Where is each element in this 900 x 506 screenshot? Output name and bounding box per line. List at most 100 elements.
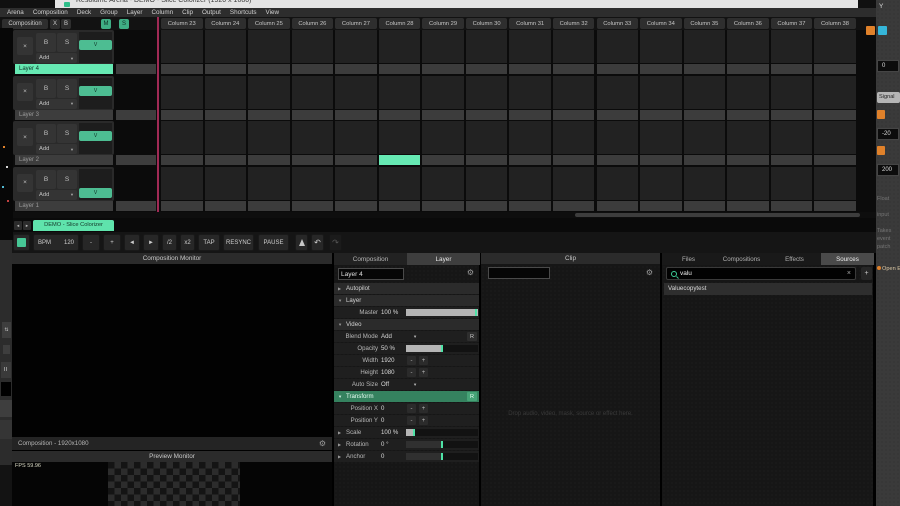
clip-strip[interactable] (248, 64, 290, 74)
clip-strip[interactable] (205, 201, 247, 211)
tab-layer[interactable]: Layer (407, 253, 480, 265)
clip-cell[interactable] (248, 30, 290, 63)
expand-arrow-icon[interactable] (338, 427, 341, 438)
clip-strip[interactable] (597, 64, 639, 74)
chevron-down-icon[interactable] (413, 379, 417, 390)
clip-cell[interactable] (771, 121, 813, 154)
clip-strip[interactable] (335, 155, 377, 165)
signal-chip[interactable]: Signal (877, 92, 900, 103)
clip-cell[interactable] (727, 76, 769, 109)
layer-solo-button[interactable]: S (57, 79, 77, 98)
clip-strip[interactable] (727, 155, 769, 165)
clip-cell[interactable] (292, 30, 334, 63)
clip-cell[interactable] (727, 167, 769, 200)
composition-master-button[interactable]: M (101, 19, 111, 29)
clip-cell[interactable] (553, 76, 595, 109)
clip-cell[interactable] (335, 30, 377, 63)
menu-arena[interactable]: Arena (7, 8, 24, 17)
clip-strip[interactable] (161, 155, 203, 165)
composition-button[interactable]: Composition (2, 19, 48, 29)
opacity-slider[interactable] (406, 345, 478, 352)
bpm-increase-button[interactable]: + (103, 234, 121, 251)
clip-cell[interactable] (379, 30, 421, 63)
clip-cell[interactable] (466, 121, 508, 154)
undo-button[interactable] (311, 234, 324, 251)
menu-output[interactable]: Output (202, 8, 221, 17)
collapse-arrow-icon[interactable] (338, 391, 342, 402)
clear-search-icon[interactable]: × (847, 268, 851, 279)
clip-cell[interactable] (161, 76, 203, 109)
clip-cell[interactable] (422, 167, 464, 200)
clip-cell[interactable] (684, 121, 726, 154)
clip-cell[interactable] (379, 121, 421, 154)
clip-strip[interactable] (248, 110, 290, 120)
layer-name-label[interactable]: Layer 1 (15, 201, 113, 211)
layer-blend-dropdown[interactable]: Add (36, 144, 77, 154)
clip-cell[interactable] (727, 121, 769, 154)
layer-bypass-button[interactable]: B (36, 124, 56, 143)
clip-strip[interactable] (248, 201, 290, 211)
clip-cell[interactable] (422, 121, 464, 154)
clip-cell[interactable] (727, 30, 769, 63)
reset-button[interactable]: R (467, 332, 477, 341)
clip-strip[interactable] (640, 201, 682, 211)
clip-strip[interactable] (684, 64, 726, 74)
column-header-column-33[interactable]: Column 33 (597, 18, 639, 29)
clip-cell[interactable] (248, 167, 290, 200)
clip-strip[interactable] (684, 110, 726, 120)
clip-strip[interactable] (161, 64, 203, 74)
menu-clip[interactable]: Clip (182, 8, 193, 17)
increment-button[interactable]: + (419, 368, 428, 377)
layer-solo-button[interactable]: S (57, 124, 77, 143)
active-clip[interactable] (379, 155, 421, 165)
bpm-decrease-button[interactable]: - (82, 234, 100, 251)
clip-cell[interactable] (466, 30, 508, 63)
layer-clear-button[interactable]: × (17, 83, 33, 101)
deck-previous-button[interactable] (14, 221, 22, 230)
master-value[interactable]: 100 % (381, 307, 398, 318)
tab-effects[interactable]: Effects (768, 253, 821, 265)
clip-strip[interactable] (814, 201, 856, 211)
increment-button[interactable]: + (419, 416, 428, 425)
menu-deck[interactable]: Deck (77, 8, 91, 17)
clip-cell[interactable] (509, 167, 551, 200)
clip-strip[interactable] (771, 64, 813, 74)
clip-strip[interactable] (335, 110, 377, 120)
clip-cell[interactable] (292, 121, 334, 154)
clip-strip[interactable] (509, 201, 551, 211)
layer-blend-dropdown[interactable]: Add (36, 190, 77, 200)
clip-cell[interactable] (553, 30, 595, 63)
layer-transition-fader[interactable]: V (79, 131, 112, 141)
section-autopilot[interactable]: Autopilot (334, 283, 479, 294)
clip-strip[interactable] (466, 155, 508, 165)
opacity-value[interactable]: 50 % (381, 343, 395, 354)
menu-composition[interactable]: Composition (33, 8, 68, 17)
clip-cell[interactable] (509, 121, 551, 154)
clip-strip[interactable] (553, 64, 595, 74)
clip-strip[interactable] (292, 110, 334, 120)
bpm-display[interactable]: BPM 120 (33, 234, 79, 251)
column-header-column-38[interactable]: Column 38 (814, 18, 856, 29)
clip-cell[interactable] (597, 167, 639, 200)
clip-cell[interactable] (161, 167, 203, 200)
layer-blend-dropdown[interactable]: Add (36, 99, 77, 109)
clip-strip[interactable] (684, 201, 726, 211)
reset-button[interactable]: R (467, 392, 477, 401)
clip-cell[interactable] (292, 76, 334, 109)
clip-cell[interactable] (814, 76, 856, 109)
clip-cell[interactable] (335, 121, 377, 154)
clip-cell[interactable] (684, 167, 726, 200)
clip-strip[interactable] (727, 110, 769, 120)
clip-cell[interactable] (553, 121, 595, 154)
clip-strip[interactable] (379, 64, 421, 74)
gear-icon[interactable] (646, 269, 653, 277)
clip-strip[interactable] (771, 110, 813, 120)
clip-strip[interactable] (466, 201, 508, 211)
clip-strip[interactable] (205, 64, 247, 74)
clip-strip[interactable] (292, 64, 334, 74)
clip-cell[interactable] (597, 30, 639, 63)
height-value[interactable]: 1080 (381, 367, 395, 378)
layer-clear-button[interactable]: × (17, 128, 33, 146)
position-x-value[interactable]: 0 (381, 403, 384, 414)
clip-strip[interactable] (727, 201, 769, 211)
